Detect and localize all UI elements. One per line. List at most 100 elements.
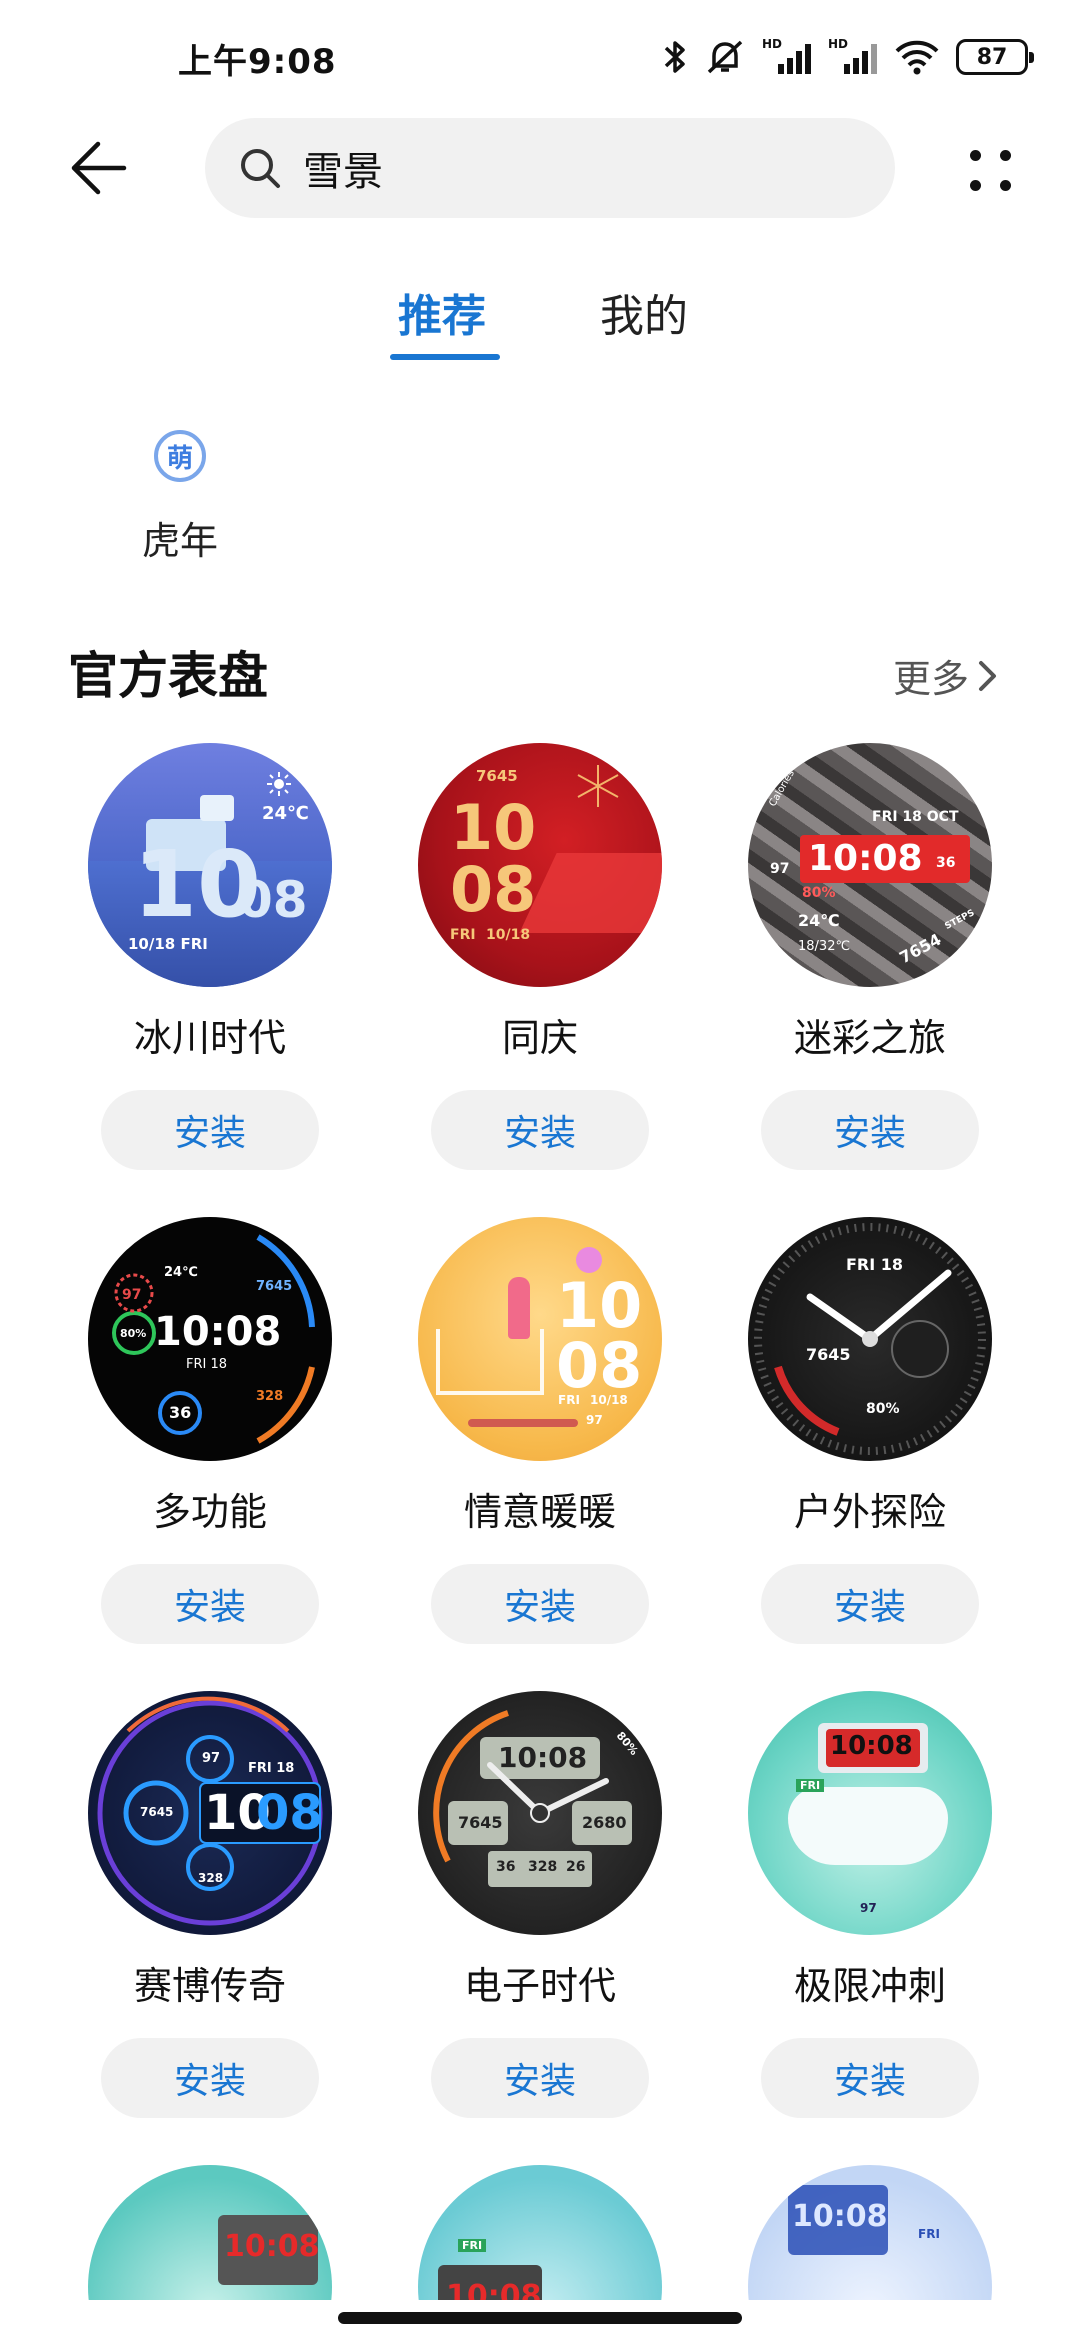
category-item[interactable]: 萌 虎年 — [135, 430, 225, 565]
tab-recommend[interactable]: 推荐 — [398, 280, 486, 344]
watch-face-preview: 10 08 7645 FRI 10/18 — [418, 743, 662, 987]
watch-face-card[interactable]: 10:08 7645 2680 36 328 26 80% 电子时代 安装 — [375, 1691, 705, 2118]
face-day: FRI — [450, 927, 476, 943]
face-time: 10:08 — [830, 1731, 913, 1761]
dot-icon — [999, 179, 1011, 191]
watch-face-name: 极限冲刺 — [793, 1964, 946, 2008]
watch-face-search-screen: 上午9:08 HD HD 87 雪景 推荐 我的 萌 虎年 官方表盘 更多 10… — [0, 0, 1080, 2340]
face-minute: 08 — [256, 1785, 323, 1841]
face-value-2: 328 — [528, 1859, 558, 1875]
face-calories: 328 — [198, 1871, 224, 1885]
face-date: FRI 18 — [186, 1357, 228, 1372]
face-seconds: 36 — [936, 855, 956, 871]
face-extra: 2680 — [582, 1813, 627, 1832]
watch-face-preview: 10:08 7645 2680 36 328 26 80% — [418, 1691, 662, 1935]
watch-face-preview: 10:08 36 FRI 18 OCT 97 80% 24℃ 18/32℃ 76… — [748, 743, 992, 987]
sun-icon — [267, 772, 291, 796]
watch-face-card[interactable]: FRI 18 7645 80% 户外探险 安装 — [705, 1217, 1035, 1644]
watch-face-name: 户外探险 — [793, 1490, 946, 1534]
install-button[interactable]: 安装 — [761, 1564, 979, 1644]
watch-face-preview: 10 08 24℃ 10/18 FRI — [88, 743, 332, 987]
watch-face-name: 迷彩之旅 — [793, 1016, 946, 1060]
watch-face-preview: 10 08 FRI 10/18 97 — [418, 1217, 662, 1461]
status-time: 上午9:08 — [178, 42, 337, 82]
face-calories-label: Calories — [767, 768, 797, 809]
install-button[interactable]: 安装 — [101, 1090, 319, 1170]
face-day: FRI — [796, 1779, 825, 1792]
face-heart: 97 — [770, 861, 790, 877]
more-label: 更多 — [893, 657, 970, 701]
back-button[interactable] — [60, 130, 136, 206]
back-arrow-icon — [71, 141, 127, 195]
watch-face-card[interactable]: 10:08 36 FRI 18 OCT 97 80% 24℃ 18/32℃ 76… — [705, 743, 1035, 1170]
face-time: 10:08 — [808, 838, 923, 879]
search-input[interactable] — [303, 145, 863, 191]
install-button[interactable]: 安装 — [761, 1090, 979, 1170]
watch-face-name: 多功能 — [152, 1490, 267, 1534]
search-box[interactable] — [205, 118, 895, 218]
face-battery: 80% — [120, 1327, 147, 1340]
bluetooth-icon — [662, 37, 688, 77]
install-button[interactable]: 安装 — [101, 2038, 319, 2118]
watch-face-name: 同庆 — [501, 1016, 578, 1060]
chevron-right-icon — [979, 660, 997, 691]
face-date: FRI 18 — [248, 1761, 295, 1776]
install-button[interactable]: 安装 — [431, 2038, 649, 2118]
face-steps: 7645 — [458, 1813, 503, 1832]
watch-face-card[interactable]: 10 08 7645 FRI 10/18 同庆 安装 — [375, 743, 705, 1170]
watch-face-name: 赛博传奇 — [133, 1964, 286, 2008]
face-temp: 24℃ — [262, 803, 309, 824]
category-badge-icon: 萌 — [154, 430, 206, 482]
face-date: FRI 18 OCT — [872, 809, 959, 825]
face-steps-unit: STEPS — [943, 908, 977, 932]
svg-text:HD: HD — [762, 37, 782, 51]
face-heart: 97 — [202, 1751, 221, 1766]
tab-mine[interactable]: 我的 — [600, 280, 688, 344]
status-icons: HD HD 87 — [662, 34, 1034, 80]
face-minute: 08 — [556, 1329, 643, 1402]
tab-indicator — [390, 354, 500, 360]
home-indicator[interactable] — [338, 2312, 742, 2324]
face-battery: 80% — [802, 885, 836, 901]
hd-signal-icon: HD — [762, 36, 812, 78]
watch-face-card[interactable]: 10:08 FRI 97 极限冲刺 安装 — [705, 1691, 1035, 2118]
face-day: FRI — [918, 2227, 940, 2241]
face-date: 10/18 — [486, 927, 531, 943]
install-button[interactable]: 安装 — [431, 1090, 649, 1170]
install-button[interactable]: 安装 — [101, 1564, 319, 1644]
section-title: 官方表盘 — [68, 647, 268, 705]
dot-icon — [969, 149, 981, 161]
watch-face-card[interactable]: 10 08 FRI 10/18 97 情意暖暖 安装 — [375, 1217, 705, 1644]
face-day: FRI — [458, 2239, 487, 2252]
search-icon — [235, 143, 285, 193]
watch-face-card[interactable]: 10 08 24℃ 10/18 FRI 冰川时代 安装 — [45, 743, 375, 1170]
watch-face-card[interactable]: 10 08 FRI 18 97 7645 328 赛博传奇 安装 — [45, 1691, 375, 2118]
install-button[interactable]: 安装 — [761, 2038, 979, 2118]
watch-face-preview: 10:08 FRI 97 — [748, 1691, 992, 1935]
face-steps: 7645 — [140, 1805, 174, 1819]
watch-face-card[interactable]: 10:08 FRI 18 24℃ 97 7645 80% 36 328 多功能 … — [45, 1217, 375, 1644]
more-menu-button[interactable] — [960, 140, 1020, 200]
face-steps: 7645 — [256, 1279, 293, 1294]
watch-face-preview: FRI 18 7645 80% — [748, 1217, 992, 1461]
svg-text:HD: HD — [828, 37, 848, 51]
more-link[interactable]: 更多 — [893, 648, 999, 703]
face-stress: 36 — [169, 1403, 192, 1422]
dot-icon — [969, 179, 981, 191]
face-value-1: 36 — [496, 1859, 516, 1875]
hd-signal-icon: HD — [828, 36, 878, 78]
mute-icon — [704, 36, 746, 78]
wifi-icon — [894, 37, 940, 77]
watch-face-preview: 10 08 FRI 18 97 7645 328 — [88, 1691, 332, 1935]
face-minute: 08 — [238, 871, 308, 929]
face-heart: 97 — [122, 1287, 142, 1303]
face-battery: 80% — [866, 1401, 900, 1417]
face-value-3: 26 — [566, 1859, 586, 1875]
install-button[interactable]: 安装 — [431, 1564, 649, 1644]
battery-icon: 87 — [956, 39, 1034, 75]
analog-dial — [754, 1223, 986, 1455]
firework-icon — [577, 765, 619, 807]
face-steps: 7645 — [806, 1345, 851, 1364]
face-minute: 08 — [450, 853, 537, 926]
face-time: 10:08 — [154, 1309, 282, 1355]
